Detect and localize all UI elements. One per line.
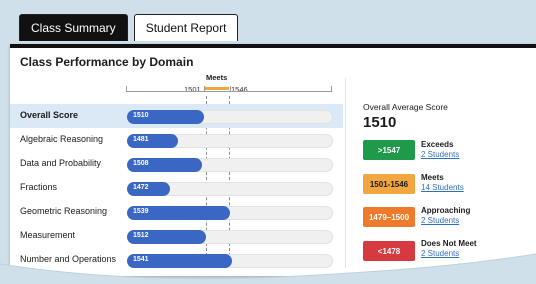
- score-bar: 1512: [127, 230, 206, 244]
- scale-axis: [126, 91, 332, 92]
- score-value: 1510: [133, 112, 149, 119]
- domain-row-overall[interactable]: Overall Score 1510: [10, 104, 343, 128]
- scale-tick-end: [331, 86, 332, 92]
- meets-scale-label: Meets: [206, 73, 228, 82]
- low-cut-label: 1501: [184, 85, 201, 94]
- score-value: 1539: [133, 208, 149, 215]
- legend-approaching-title: Approaching: [421, 206, 471, 215]
- legend-approaching-range: 1479–1500: [363, 207, 415, 227]
- domain-row-data-and-probability[interactable]: Data and Probability 1508: [10, 152, 343, 176]
- legend-approaching-students-link[interactable]: 2 Students: [421, 216, 459, 225]
- domain-row-algebraic-reasoning[interactable]: Algebraic Reasoning 1481: [10, 128, 343, 152]
- row-label: Fractions: [20, 182, 58, 192]
- legend-exceeds-range: >1547: [363, 140, 415, 160]
- row-label: Measurement: [20, 230, 76, 240]
- score-value: 1481: [133, 136, 149, 143]
- legend-meets-title: Meets: [421, 173, 444, 182]
- scale-tick-start: [126, 86, 127, 92]
- score-value: 1472: [133, 184, 149, 191]
- score-value: 1508: [133, 160, 149, 167]
- page-edge-wave: [0, 253, 536, 284]
- class-performance-panel: Class Performance by Domain Meets 1501 1…: [10, 44, 536, 276]
- row-label: Data and Probability: [20, 158, 102, 168]
- row-label: Overall Score: [20, 110, 79, 120]
- domain-row-geometric-reasoning[interactable]: Geometric Reasoning 1539: [10, 200, 343, 224]
- row-label: Algebraic Reasoning: [20, 134, 104, 144]
- high-cut-label: 1546: [231, 85, 248, 94]
- meets-band: [205, 87, 229, 90]
- app-frame: Class Summary Student Report Class Perfo…: [0, 0, 536, 284]
- overall-average-value: 1510: [363, 114, 397, 131]
- score-value: 1512: [133, 232, 149, 239]
- score-bar: 1508: [127, 158, 202, 172]
- tab-bar: Class Summary Student Report: [19, 14, 239, 44]
- panel-divider: [345, 78, 346, 268]
- score-bar: 1510: [127, 110, 204, 124]
- score-bar: 1539: [127, 206, 230, 220]
- tab-student-report[interactable]: Student Report: [133, 14, 239, 41]
- legend-meets-range: 1501-1546: [363, 174, 415, 194]
- row-label: Geometric Reasoning: [20, 206, 108, 216]
- score-bar: 1472: [127, 182, 170, 196]
- legend-exceeds-title: Exceeds: [421, 140, 454, 149]
- domain-row-fractions[interactable]: Fractions 1472: [10, 176, 343, 200]
- legend-meets-students-link[interactable]: 14 Students: [421, 183, 464, 192]
- scale-tick-high: [230, 86, 231, 92]
- tab-class-summary[interactable]: Class Summary: [19, 14, 128, 41]
- section-title: Class Performance by Domain: [20, 55, 194, 69]
- score-bar: 1481: [127, 134, 178, 148]
- legend-exceeds-students-link[interactable]: 2 Students: [421, 150, 459, 159]
- overall-average-label: Overall Average Score: [363, 102, 448, 112]
